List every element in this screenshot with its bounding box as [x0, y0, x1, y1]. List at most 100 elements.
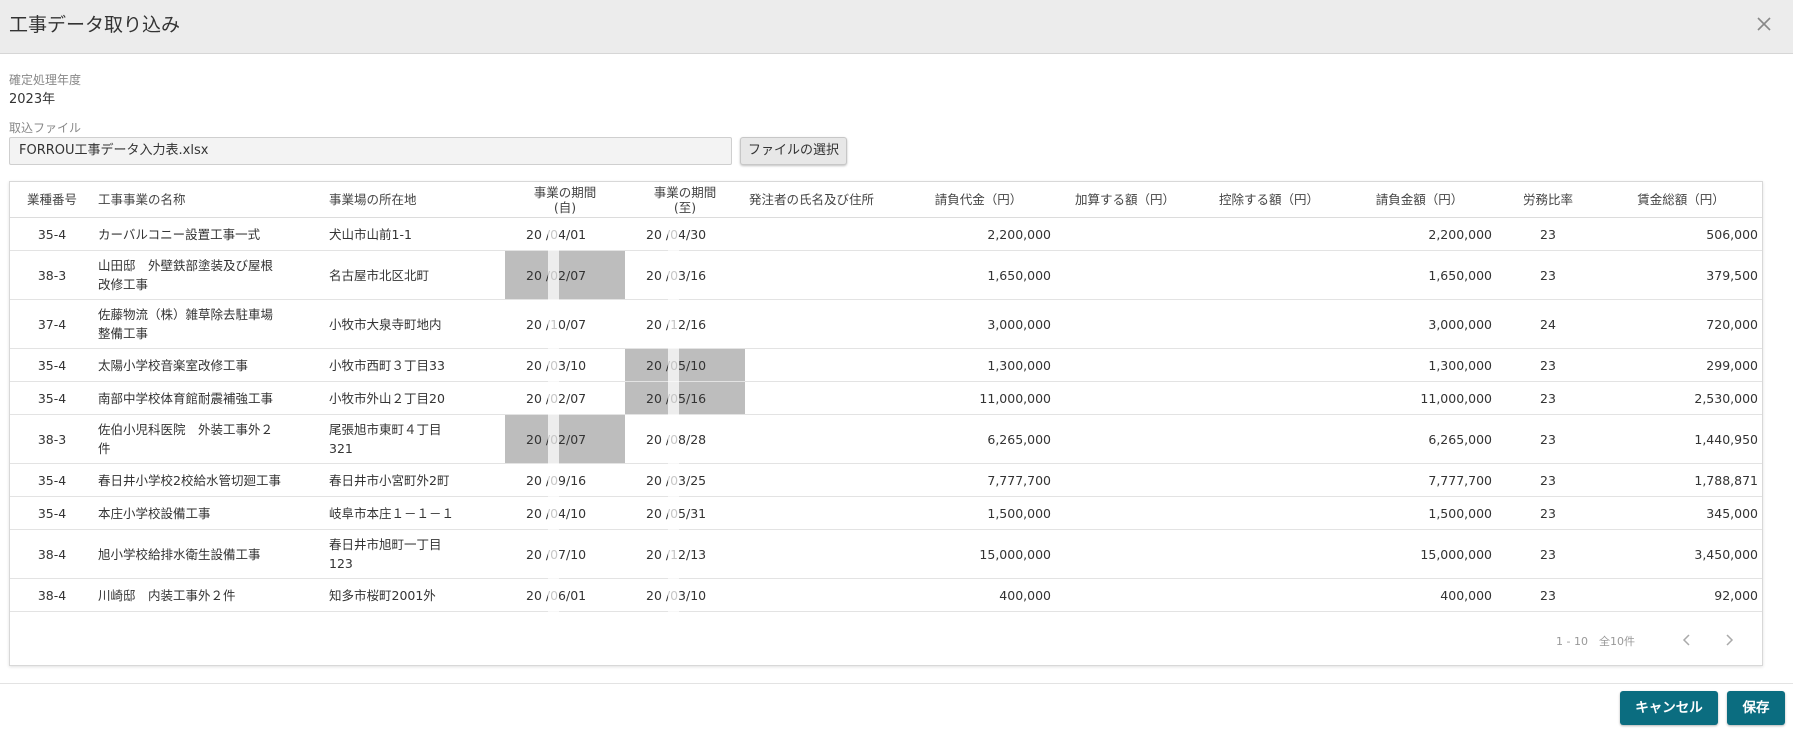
cell-deduct-amount	[1195, 381, 1343, 415]
table-row[interactable]: 38-3 佐伯小児科医院 外装工事外２ 件 尾張旭市東町４丁目 321 20 /02/07…	[10, 414, 1762, 464]
cell-location: 尾張旭市東町４丁目 321	[325, 414, 505, 464]
table-row[interactable]: 35-4 南部中学校体育館耐震補強工事 小牧市外山２丁目20 20 /02/07 20 …	[10, 381, 1762, 415]
col-header-client[interactable]: 発注者の氏名及び住所	[745, 182, 902, 218]
cell-period-start: 20 /10/07	[505, 299, 625, 349]
cell-total-wages: 92,000	[1600, 578, 1762, 612]
cell-client	[745, 578, 902, 612]
cell-total-wages: 3,450,000	[1600, 529, 1762, 579]
cell-total-wages: 2,530,000	[1600, 381, 1762, 415]
col-header-period-start[interactable]: 事業の期間 (自)	[505, 182, 625, 218]
cell-deduct-amount	[1195, 496, 1343, 530]
cell-contract-amount: 3,000,000	[1343, 299, 1496, 349]
cell-total-wages: 345,000	[1600, 496, 1762, 530]
cell-period-end: 20 /03/10	[625, 578, 745, 612]
cell-line: 太陽小学校音楽室改修工事	[98, 357, 249, 373]
cell-total-wages: 299,000	[1600, 348, 1762, 382]
cell-deduct-amount	[1195, 414, 1343, 464]
cell-period-start: 20 /02/07	[505, 381, 625, 415]
cell-line: 旭小学校給排水衛生設備工事	[98, 546, 261, 562]
cell-client	[745, 250, 902, 300]
table-row[interactable]: 38-3 山田邸 外壁鉄部塗装及び屋根 改修工事 名古屋市北区北町 20 /02/07 2…	[10, 250, 1762, 300]
cell-contract-price: 6,265,000	[902, 414, 1055, 464]
table-header-row: 業種番号 工事事業の名称 事業場の所在地 事業の期間 (自) 事業の期間 (至) 発…	[10, 182, 1762, 218]
cell-line: 佐伯小児科医院 外装工事外２	[98, 422, 274, 437]
footer-divider	[0, 683, 1793, 684]
cell-client	[745, 299, 902, 349]
col-header-contract-price[interactable]: 請負代金（円）	[902, 182, 1055, 218]
cell-period-start: 20 /02/07	[505, 414, 625, 464]
col-header-project-name[interactable]: 工事事業の名称	[94, 182, 325, 218]
cell-line: 小牧市西町３丁目33	[329, 357, 445, 373]
import-file-field[interactable]: FORROU工事データ入力表.xlsx	[9, 137, 732, 165]
cell-contract-price: 400,000	[902, 578, 1055, 612]
cell-industry-code: 38-3	[10, 414, 94, 464]
cell-contract-amount: 2,200,000	[1343, 217, 1496, 251]
redaction-mask	[668, 227, 679, 627]
cell-location: 小牧市外山２丁目20	[325, 381, 505, 415]
cell-line: カーバルコニー設置工事一式	[98, 226, 261, 242]
cell-period-end: 20 /05/16	[625, 381, 745, 415]
cell-project-name: 山田邸 外壁鉄部塗装及び屋根 改修工事	[94, 250, 325, 300]
table-row[interactable]: 35-4 本庄小学校設備工事 岐阜市本庄１－１－１ 20 /04/10 20 /05/3…	[10, 496, 1762, 530]
close-icon[interactable]	[1753, 13, 1775, 35]
table-row[interactable]: 35-4 太陽小学校音楽室改修工事 小牧市西町３丁目33 20 /03/10 20 /0…	[10, 348, 1762, 382]
cell-line: 小牧市大泉寺町地内	[329, 316, 442, 332]
cell-total-wages: 1,788,871	[1600, 463, 1762, 497]
col-header-industry-code[interactable]: 業種番号	[10, 182, 94, 218]
chevron-left-icon[interactable]	[1678, 631, 1696, 649]
cell-add-amount	[1055, 463, 1195, 497]
col-header-add-amount[interactable]: 加算する額（円）	[1055, 182, 1195, 218]
cell-period-start: 20 /04/01	[505, 217, 625, 251]
table-row[interactable]: 37-4 佐藤物流（株）雑草除去駐車場 整備工事 小牧市大泉寺町地内 20 /10/07…	[10, 299, 1762, 349]
cell-line: 山田邸 外壁鉄部塗装及び屋根	[98, 258, 274, 273]
cell-deduct-amount	[1195, 250, 1343, 300]
cancel-button[interactable]: キャンセル	[1620, 691, 1718, 725]
import-file-label: 取込ファイル	[9, 121, 82, 135]
table-row[interactable]: 38-4 川崎邸 内装工事外２件 知多市桜町2001外 20 /06/01 20 /03…	[10, 578, 1762, 612]
cell-location: 小牧市大泉寺町地内	[325, 299, 505, 349]
cell-client	[745, 496, 902, 530]
cell-total-wages: 379,500	[1600, 250, 1762, 300]
cell-line: 改修工事	[98, 277, 149, 292]
cell-period-end: 20 /12/13	[625, 529, 745, 579]
save-button[interactable]: 保存	[1727, 691, 1785, 725]
cell-period-end: 20 /12/16	[625, 299, 745, 349]
col-header-period-end[interactable]: 事業の期間 (至)	[625, 182, 745, 218]
col-header-location[interactable]: 事業場の所在地	[325, 182, 505, 218]
chevron-right-icon[interactable]	[1720, 631, 1738, 649]
cell-add-amount	[1055, 299, 1195, 349]
cell-add-amount	[1055, 250, 1195, 300]
cell-contract-price: 11,000,000	[902, 381, 1055, 415]
cell-client	[745, 414, 902, 464]
cell-line: 件	[98, 441, 111, 456]
cell-contract-amount: 7,777,700	[1343, 463, 1496, 497]
fiscal-year-value: 2023年	[9, 92, 56, 107]
cell-line: 佐藤物流（株）雑草除去駐車場	[98, 307, 274, 322]
cell-labor-ratio: 23	[1496, 578, 1600, 612]
cell-location: 犬山市山前1-1	[325, 217, 505, 251]
cell-line: 名古屋市北区北町	[329, 267, 430, 283]
table-row[interactable]: 38-4 旭小学校給排水衛生設備工事 春日井市旭町一丁目 123 20 /07/10 20…	[10, 529, 1762, 579]
pagination-range: 1 - 10 全10件	[1556, 635, 1635, 648]
cell-deduct-amount	[1195, 463, 1343, 497]
cell-line: 小牧市外山２丁目20	[329, 390, 445, 406]
cell-line: 本庄小学校設備工事	[98, 505, 211, 521]
cell-industry-code: 37-4	[10, 299, 94, 349]
col-header-total-wages[interactable]: 賃金総額（円）	[1600, 182, 1762, 218]
cell-period-start: 20 /02/07	[505, 250, 625, 300]
table-row[interactable]: 35-4 カーバルコニー設置工事一式 犬山市山前1-1 20 /04/01 20 /04…	[10, 217, 1762, 251]
col-header-contract-amount[interactable]: 請負金額（円）	[1343, 182, 1496, 218]
cell-add-amount	[1055, 381, 1195, 415]
col-header-deduct-amount[interactable]: 控除する額（円）	[1195, 182, 1343, 218]
cell-project-name: 春日井小学校2校給水管切廻工事	[94, 463, 325, 497]
cell-contract-amount: 1,650,000	[1343, 250, 1496, 300]
col-header-labor-ratio[interactable]: 労務比率	[1496, 182, 1600, 218]
cell-contract-amount: 400,000	[1343, 578, 1496, 612]
cell-project-name: 佐伯小児科医院 外装工事外２ 件	[94, 414, 325, 464]
select-file-button[interactable]: ファイルの選択	[740, 137, 847, 165]
cell-labor-ratio: 23	[1496, 496, 1600, 530]
cell-client	[745, 463, 902, 497]
table-row[interactable]: 35-4 春日井小学校2校給水管切廻工事 春日井市小宮町外2町 20 /09/16 20…	[10, 463, 1762, 497]
cell-line: 川崎邸 内装工事外２件	[98, 587, 236, 603]
cell-industry-code: 35-4	[10, 463, 94, 497]
